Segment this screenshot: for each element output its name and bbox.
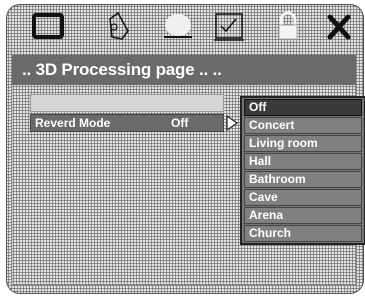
title-bar: .. 3D Processing page .. .. bbox=[12, 55, 356, 85]
dropdown-option-concert[interactable]: Concert bbox=[244, 117, 362, 134]
menu-row-disabled bbox=[30, 94, 224, 112]
menu-row-label: Reverd Mode bbox=[35, 116, 111, 130]
dropdown-option-cave[interactable]: Cave bbox=[244, 189, 362, 206]
lock-icon[interactable] bbox=[268, 9, 308, 45]
dropdown-option-living-room[interactable]: Living room bbox=[244, 135, 362, 152]
tv-icon[interactable] bbox=[28, 9, 68, 45]
dropdown-option-arena[interactable]: Arena bbox=[244, 207, 362, 224]
checklist-icon[interactable] bbox=[210, 9, 250, 45]
menu-row-value: Off bbox=[171, 116, 189, 130]
dropdown-option-hall[interactable]: Hall bbox=[244, 153, 362, 170]
menu-row-reverb-mode[interactable]: Reverd Mode Off bbox=[30, 114, 224, 132]
page-title: .. 3D Processing page .. .. bbox=[22, 60, 222, 79]
dropdown-option-bathroom[interactable]: Bathroom bbox=[244, 171, 362, 188]
reverb-mode-dropdown: Off Concert Living room Hall Bathroom Ca… bbox=[240, 96, 365, 245]
disc-icon[interactable] bbox=[158, 9, 198, 45]
close-icon[interactable] bbox=[320, 9, 360, 45]
dropdown-option-church[interactable]: Church bbox=[244, 225, 362, 242]
dropdown-option-off[interactable]: Off bbox=[244, 99, 362, 116]
speaker-icon[interactable] bbox=[98, 9, 138, 45]
submenu-arrow-icon bbox=[226, 114, 239, 132]
